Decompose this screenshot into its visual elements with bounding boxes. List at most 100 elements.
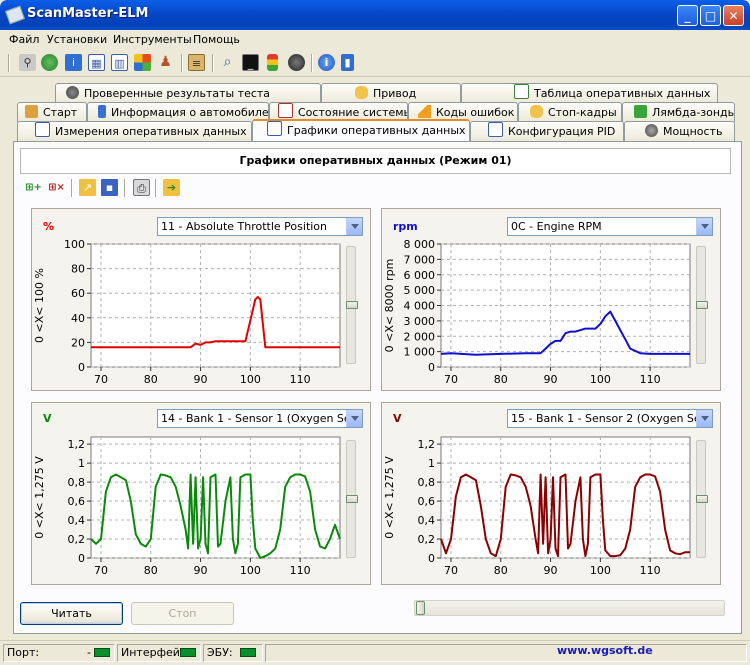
menu-settings[interactable]: Установки [47, 33, 107, 46]
pid-select[interactable]: 15 - Bank 1 - Sensor 2 (Oxygen Sensor [507, 409, 713, 428]
warning-icon [418, 105, 431, 118]
pid-select-value: 14 - Bank 1 - Sensor 1 (Oxygen Sensor [161, 412, 363, 425]
slider-thumb[interactable] [346, 301, 358, 309]
tab-label: Проверенные результаты теста [84, 87, 271, 100]
document-icon [488, 122, 503, 137]
maximize-button[interactable]: □ [700, 5, 721, 26]
maximize-icon: □ [704, 9, 717, 23]
read-button[interactable]: Читать [20, 602, 123, 625]
minimize-icon: _ [684, 9, 691, 23]
close-button[interactable]: ✕ [723, 5, 744, 26]
menu-file[interactable]: Файл [9, 33, 39, 46]
tab-vehicle-info[interactable]: Информация о автомобиле [87, 102, 269, 122]
port-led [94, 648, 110, 657]
close-icon: ✕ [728, 9, 739, 23]
traffic-light-icon[interactable] [267, 54, 278, 71]
tab-pid-configuration[interactable]: Конфигурация PID [470, 121, 624, 141]
remove-graph-icon[interactable]: ⊞× [48, 179, 65, 196]
website-link[interactable]: www.wgsoft.de [557, 644, 653, 657]
windows-icon[interactable] [134, 54, 151, 71]
tab-live-data-graphs[interactable]: Графики оперативных данных [252, 119, 470, 141]
toolbar-grip [8, 54, 10, 72]
person-icon[interactable]: ♟ [157, 54, 174, 71]
stop-button[interactable]: Стоп [131, 602, 234, 625]
scale-slider[interactable] [696, 440, 708, 558]
gauge-icon[interactable] [288, 54, 305, 71]
clipboard-icon[interactable]: ≡ [188, 54, 205, 71]
tab-power[interactable]: Мощность [624, 121, 735, 141]
pid-select-value: 15 - Bank 1 - Sensor 2 (Oxygen Sensor [511, 412, 713, 425]
unit-label: V [43, 412, 52, 425]
slider-thumb[interactable] [346, 495, 358, 503]
scale-slider[interactable] [696, 246, 708, 364]
document-icon[interactable]: i [65, 54, 82, 71]
chevron-down-icon[interactable] [696, 218, 712, 235]
hand-icon [355, 86, 368, 99]
tab-label: Графики оперативных данных [287, 124, 466, 137]
tab-actuator[interactable]: Привод [321, 83, 461, 103]
gear-icon [66, 86, 79, 99]
scale-slider[interactable] [346, 440, 358, 558]
tab-lambda-sensors[interactable]: Лямбда-зонды [622, 102, 735, 122]
title-bar[interactable]: ScanMaster-ELM _ □ ✕ [0, 0, 750, 30]
tab-label: Лямбда-зонды [652, 106, 735, 119]
pid-select[interactable]: 0C - Engine RPM [507, 217, 713, 236]
print-icon[interactable]: ⎙ [133, 179, 150, 196]
grid-icon [514, 84, 529, 99]
connect-icon[interactable]: ⚲ [19, 54, 36, 71]
info-icon[interactable]: i [318, 54, 335, 71]
open-icon[interactable]: ↗ [79, 179, 96, 196]
magnifier-icon[interactable]: ⌕ [219, 54, 236, 71]
menu-tools[interactable]: Инструменты [113, 33, 192, 46]
unit-label: % [43, 220, 55, 233]
tab-label: Состояние системы [298, 106, 408, 119]
chevron-down-icon[interactable] [346, 410, 362, 427]
export-icon[interactable]: ➔ [163, 179, 180, 196]
toolbar-separator [311, 54, 313, 72]
add-graph-icon[interactable]: ⊞+ [25, 179, 42, 196]
slider-thumb[interactable] [696, 301, 708, 309]
exit-icon[interactable]: ▮ [341, 54, 354, 71]
table-icon[interactable]: ▦ [88, 54, 105, 71]
unit-label: rpm [393, 220, 418, 233]
toolbar-separator [71, 179, 73, 197]
menu-help[interactable]: Помощь [193, 33, 240, 46]
toolbar-separator [155, 179, 157, 197]
toolbar-separator [124, 179, 126, 197]
tab-label: Старт [43, 106, 78, 119]
chevron-down-icon[interactable] [696, 410, 712, 427]
app-window: ScanMaster-ELM _ □ ✕ Файл Установки Инст… [0, 0, 750, 665]
home-icon [25, 105, 38, 118]
pid-select[interactable]: 11 - Absolute Throttle Position [157, 217, 363, 236]
terminal-icon[interactable]: _ [242, 54, 259, 71]
tab-freeze-frames[interactable]: Стоп-кадры [518, 102, 622, 122]
grid-icon [35, 122, 50, 137]
tab-label: Стоп-кадры [548, 106, 617, 119]
pid-select-value: 0C - Engine RPM [511, 220, 602, 233]
minimize-button[interactable]: _ [677, 5, 698, 26]
checklist-icon [278, 103, 293, 118]
save-icon[interactable]: ▪ [101, 179, 118, 196]
tab-verified-test-results[interactable]: Проверенные результаты теста [55, 83, 321, 103]
chart-icon[interactable]: ▥ [111, 54, 128, 71]
tab-live-data-table[interactable]: Таблица оперативных данных [461, 83, 718, 103]
main-toolbar: ⚲ i ▦ ▥ ♟ ≡ ⌕ _ i ▮ [0, 50, 750, 77]
tab-start[interactable]: Старт [17, 102, 87, 122]
chevron-down-icon[interactable] [346, 218, 362, 235]
globe-icon[interactable] [41, 54, 58, 71]
tab-label: Мощность [663, 125, 723, 138]
info-icon [98, 105, 106, 118]
slider-thumb[interactable] [696, 495, 708, 503]
pid-select[interactable]: 14 - Bank 1 - Sensor 1 (Oxygen Sensor [157, 409, 363, 428]
graph-panel-o2-sensor1 [31, 402, 371, 585]
tab-label: Конфигурация PID [508, 125, 616, 138]
chart-icon [267, 121, 282, 136]
scale-slider[interactable] [346, 246, 358, 364]
panel-title: Графики оперативных данных (Режим 01) [20, 148, 731, 174]
time-scrollbar[interactable] [414, 600, 725, 616]
scrollbar-thumb[interactable] [416, 601, 425, 615]
tab-label: Информация о автомобиле [111, 106, 269, 119]
tab-label: Измерения оперативных данных [55, 125, 247, 138]
tab-label: Таблица оперативных данных [534, 87, 711, 100]
tab-live-data-measurements[interactable]: Измерения оперативных данных [17, 121, 252, 141]
